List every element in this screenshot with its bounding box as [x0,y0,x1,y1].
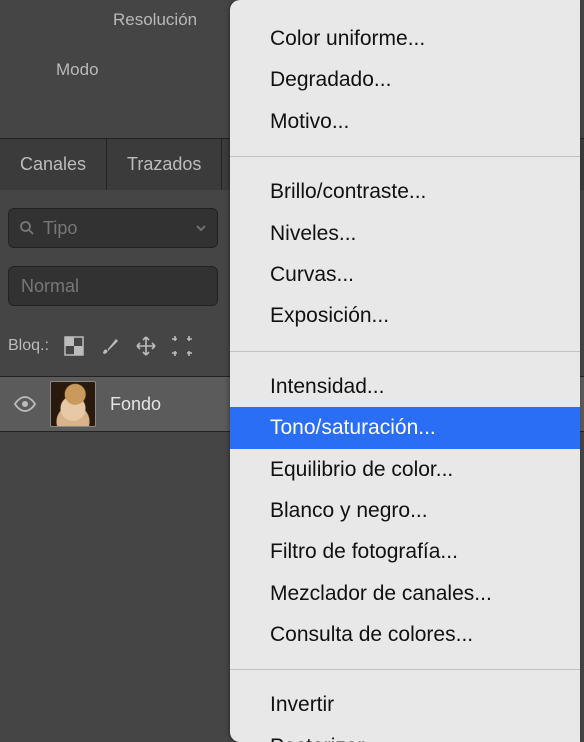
brush-icon[interactable] [99,335,121,357]
menu-separator [230,351,580,352]
menu-separator [230,156,580,157]
menu-photo-filter[interactable]: Filtro de fotografía... [230,531,580,572]
menu-channel-mixer[interactable]: Mezclador de canales... [230,573,580,614]
blend-mode-select[interactable]: Normal [8,266,218,306]
menu-brightness-contrast[interactable]: Brillo/contraste... [230,171,580,212]
lock-toolbar: Bloq.: [0,326,193,366]
menu-gradient[interactable]: Degradado... [230,59,580,100]
layer-filter-row[interactable] [8,208,218,248]
menu-black-white[interactable]: Blanco y negro... [230,490,580,531]
menu-separator [230,669,580,670]
tab-paths[interactable]: Trazados [107,139,222,190]
menu-color-balance[interactable]: Equilibrio de color... [230,449,580,490]
menu-pattern[interactable]: Motivo... [230,101,580,142]
menu-hue-saturation[interactable]: Tono/saturación... [230,407,580,448]
blend-mode-value: Normal [21,276,79,297]
tab-channels[interactable]: Canales [0,139,107,190]
search-icon [19,220,35,236]
layer-name-label[interactable]: Fondo [110,394,161,415]
adjustment-layer-menu: Color uniforme... Degradado... Motivo...… [230,0,580,742]
lock-transparency-icon[interactable] [63,335,85,357]
menu-color-lookup[interactable]: Consulta de colores... [230,614,580,655]
menu-vibrance[interactable]: Intensidad... [230,366,580,407]
menu-solid-color[interactable]: Color uniforme... [230,18,580,59]
layer-thumbnail[interactable] [50,381,96,427]
visibility-icon[interactable] [14,396,36,412]
artboard-icon[interactable] [171,335,193,357]
resolution-label: Resolución [113,10,197,30]
menu-curves[interactable]: Curvas... [230,254,580,295]
menu-invert[interactable]: Invertir [230,684,580,725]
mode-label[interactable]: Modo [56,60,99,80]
menu-levels[interactable]: Niveles... [230,213,580,254]
menu-posterize[interactable]: Posterizar... [230,726,580,742]
move-icon[interactable] [135,335,157,357]
lock-label: Bloq.: [8,337,49,355]
layer-filter-input[interactable] [43,218,153,239]
menu-exposure[interactable]: Exposición... [230,295,580,336]
chevron-down-icon[interactable] [195,222,207,234]
